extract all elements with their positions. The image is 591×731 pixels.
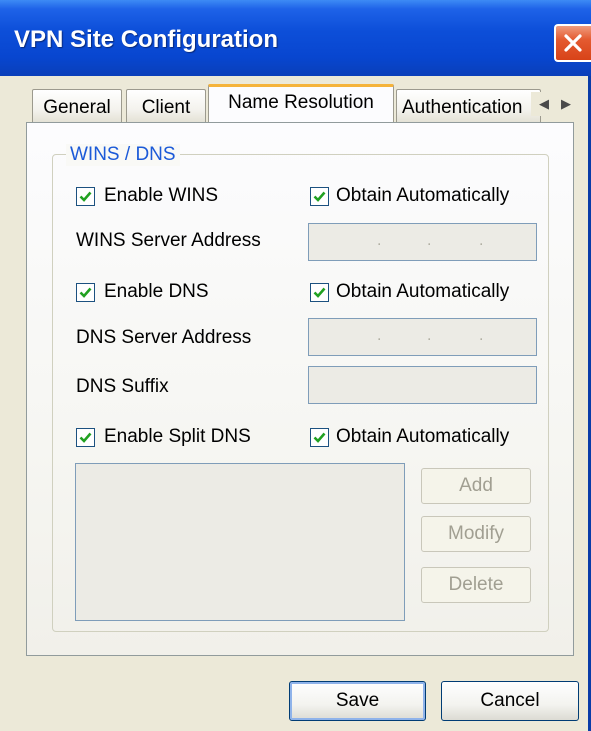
- checkmark-icon: [79, 287, 92, 298]
- save-button[interactable]: Save: [289, 681, 426, 721]
- dns-suffix-field[interactable]: [308, 366, 537, 404]
- close-button[interactable]: [554, 24, 591, 62]
- wins-server-address-label: WINS Server Address: [76, 230, 261, 251]
- arrow-right-icon[interactable]: ▶: [555, 94, 577, 114]
- ip-dot: .: [427, 232, 432, 249]
- window-title: VPN Site Configuration: [14, 26, 278, 53]
- tab-client-label: Client: [141, 97, 191, 118]
- enable-wins-label: Enable WINS: [104, 185, 219, 206]
- ip-dot: .: [427, 327, 432, 344]
- dns-obtain-automatically-label: Obtain Automatically: [336, 281, 510, 302]
- wins-obtain-automatically-checkbox[interactable]: [310, 187, 329, 206]
- vpn-site-configuration-window: VPN Site Configuration General Client Na…: [0, 0, 591, 731]
- enable-dns-checkbox[interactable]: [76, 283, 95, 302]
- enable-split-dns-label: Enable Split DNS: [104, 426, 251, 447]
- wins-server-address-field[interactable]: . . .: [308, 223, 537, 261]
- ip-dot: .: [377, 232, 382, 249]
- wins-obtain-automatically-label: Obtain Automatically: [336, 185, 510, 206]
- tab-name-resolution[interactable]: Name Resolution: [208, 84, 394, 122]
- ip-dot: .: [377, 327, 382, 344]
- checkmark-icon: [79, 191, 92, 202]
- split-dns-list[interactable]: [75, 463, 405, 621]
- modify-button[interactable]: Modify: [421, 516, 531, 552]
- delete-button[interactable]: Delete: [421, 567, 531, 603]
- tab-name-resolution-label: Name Resolution: [228, 92, 374, 113]
- enable-dns-label: Enable DNS: [104, 281, 209, 302]
- tab-general-label: General: [43, 97, 111, 118]
- cancel-button[interactable]: Cancel: [441, 681, 579, 721]
- dns-suffix-label: DNS Suffix: [76, 376, 169, 397]
- ip-dot: .: [479, 232, 484, 249]
- checkmark-icon: [79, 432, 92, 443]
- close-icon: [564, 34, 582, 52]
- title-bar[interactable]: VPN Site Configuration: [0, 0, 591, 76]
- tab-authentication-label: Authentication: [402, 97, 523, 118]
- enable-wins-checkbox[interactable]: [76, 187, 95, 206]
- ip-dot: .: [479, 327, 484, 344]
- tab-authentication[interactable]: Authentication: [396, 89, 541, 122]
- checkmark-icon: [313, 432, 326, 443]
- dns-server-address-label: DNS Server Address: [76, 327, 252, 348]
- checkmark-icon: [313, 191, 326, 202]
- arrow-left-icon[interactable]: ◀: [533, 94, 555, 114]
- wins-dns-group-label: WINS / DNS: [66, 144, 180, 166]
- split-dns-obtain-automatically-label: Obtain Automatically: [336, 426, 510, 447]
- add-button[interactable]: Add: [421, 468, 531, 504]
- tab-scroll-arrows: ◀ ▶: [531, 92, 581, 116]
- dns-obtain-automatically-checkbox[interactable]: [310, 283, 329, 302]
- checkmark-icon: [313, 287, 326, 298]
- tab-client[interactable]: Client: [126, 89, 206, 122]
- dns-server-address-field[interactable]: . . .: [308, 318, 537, 356]
- enable-split-dns-checkbox[interactable]: [76, 428, 95, 447]
- split-dns-obtain-automatically-checkbox[interactable]: [310, 428, 329, 447]
- tab-general[interactable]: General: [32, 89, 122, 122]
